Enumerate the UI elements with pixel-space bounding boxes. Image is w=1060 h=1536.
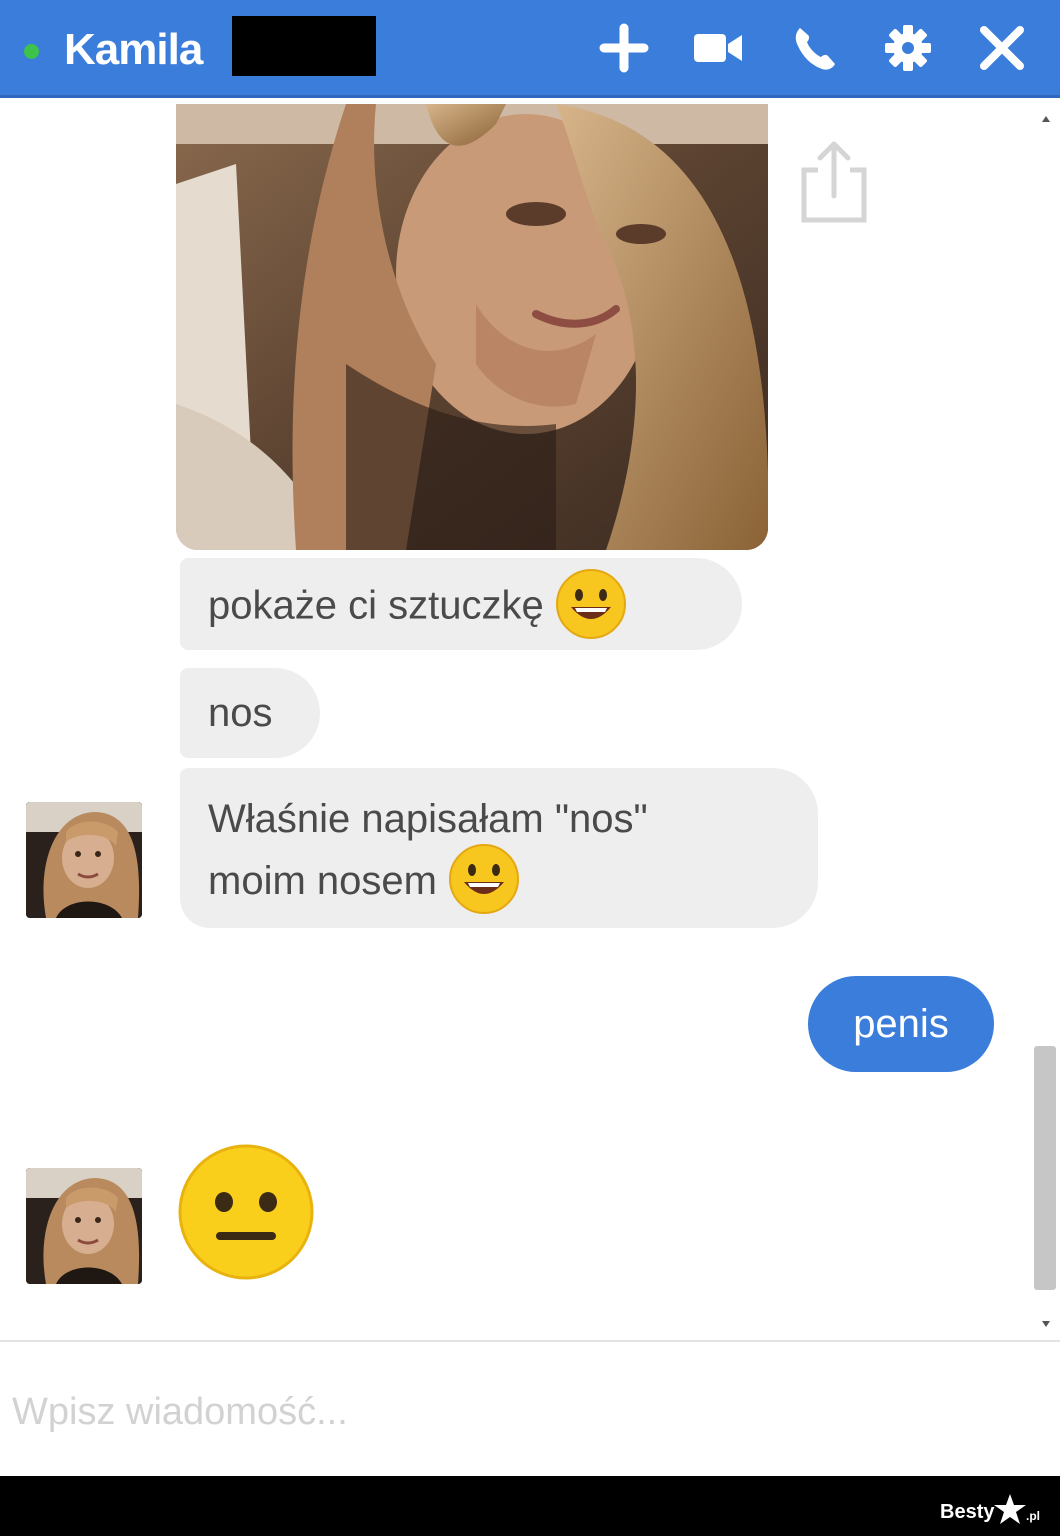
scroll-up-arrow[interactable] [1038,110,1054,126]
neutral-face-emoji [176,1142,316,1282]
close-icon[interactable] [974,20,1030,76]
message-text-line: Właśnie napisałam "nos" [208,797,648,841]
gear-icon[interactable] [880,20,936,76]
incoming-message: Właśnie napisałam "nos" moim nosem [180,768,818,928]
grinning-emoji [554,567,628,641]
message-text-line: moim nosem [208,859,437,903]
incoming-message: nos [180,668,320,758]
svg-text:Besty: Besty [940,1501,995,1523]
phone-icon[interactable] [786,20,842,76]
shared-photo[interactable] [176,104,768,550]
besty-watermark: Besty .pl [940,1490,1044,1530]
footer-bar: Besty .pl [0,1476,1060,1536]
scrollbar-thumb[interactable] [1034,1046,1056,1290]
message-composer [0,1340,1060,1476]
redacted-surname-box [232,16,376,76]
incoming-message: pokaże ci sztuczkę [180,558,742,650]
contact-avatar[interactable] [26,802,142,918]
contact-name[interactable]: Kamila [64,22,203,78]
chat-header: Kamila [0,0,1060,98]
message-input[interactable] [12,1382,1012,1442]
share-icon[interactable] [796,136,872,226]
outgoing-message: penis [808,976,994,1072]
message-text: pokaże ci sztuczkę [208,583,544,628]
video-call-icon[interactable] [690,20,746,76]
scroll-down-arrow[interactable] [1038,1316,1054,1332]
message-text: penis [853,1002,949,1046]
online-status-dot [24,44,39,59]
grinning-emoji [447,842,521,916]
add-icon[interactable] [596,20,652,76]
contact-avatar[interactable] [26,1168,142,1284]
message-text: nos [208,691,273,735]
message-thread[interactable]: pokaże ci sztuczkę nos Właśnie napisałam… [0,98,1060,1338]
svg-text:.pl: .pl [1026,1509,1040,1523]
